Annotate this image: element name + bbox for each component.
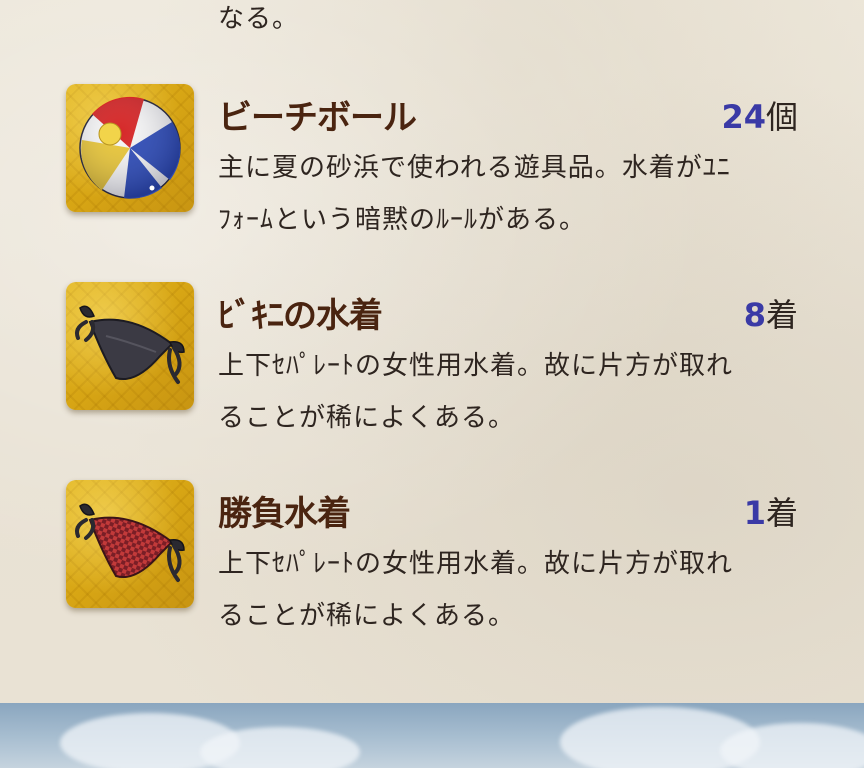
item-description: 上下ｾﾊﾟﾚｰﾄの女性用水着。故に片方が取れ ることが稀によくある。 [218,340,808,444]
item-count-number: 24 [721,98,766,136]
item-description: 主に夏の砂浜で使われる遊具品。水着がﾕﾆ ﾌｫｰﾑという暗黙のﾙｰﾙがある。 [218,142,808,246]
item-count-unit: 個 [765,98,798,136]
item-count: 1着 [744,488,798,534]
sky-background-strip [0,703,864,768]
item-count-unit: 着 [765,494,798,532]
previous-item-desc-tail: なる。 [218,4,300,34]
item-description: 上下ｾﾊﾟﾚｰﾄの女性用水着。故に片方が取れ ることが稀によくある。 [218,538,808,642]
item-description-line: 上下ｾﾊﾟﾚｰﾄの女性用水着。故に片方が取れ [218,549,734,579]
red-bikini-icon [66,480,194,608]
inventory-item-bikini[interactable]: ﾋﾞｷﾆの水着 8着 上下ｾﾊﾟﾚｰﾄの女性用水着。故に片方が取れ ることが稀に… [0,282,864,442]
item-description-line: 主に夏の砂浜で使われる遊具品。水着がﾕﾆ [218,153,731,183]
inventory-item-special-swimsuit[interactable]: 勝負水着 1着 上下ｾﾊﾟﾚｰﾄの女性用水着。故に片方が取れ ることが稀によくあ… [0,480,864,640]
item-description-line: ることが稀によくある。 [218,403,516,433]
item-count-number: 1 [743,494,766,532]
item-description-line: 上下ｾﾊﾟﾚｰﾄの女性用水着。故に片方が取れ [218,351,734,381]
item-count: 8着 [744,290,798,336]
item-count-number: 8 [743,296,766,334]
item-count-unit: 着 [765,296,798,334]
item-name: ビーチボール [218,98,417,138]
item-name: 勝負水着 [218,494,351,534]
inventory-item-beach-ball[interactable]: ビーチボール 24個 主に夏の砂浜で使われる遊具品。水着がﾕﾆ ﾌｫｰﾑという暗… [0,84,864,244]
item-name: ﾋﾞｷﾆの水着 [218,296,383,336]
item-description-line: ることが稀によくある。 [218,601,516,631]
beach-ball-icon [66,84,194,212]
black-bikini-icon [66,282,194,410]
item-count: 24個 [721,92,798,138]
item-description-line: ﾌｫｰﾑという暗黙のﾙｰﾙがある。 [218,205,587,235]
